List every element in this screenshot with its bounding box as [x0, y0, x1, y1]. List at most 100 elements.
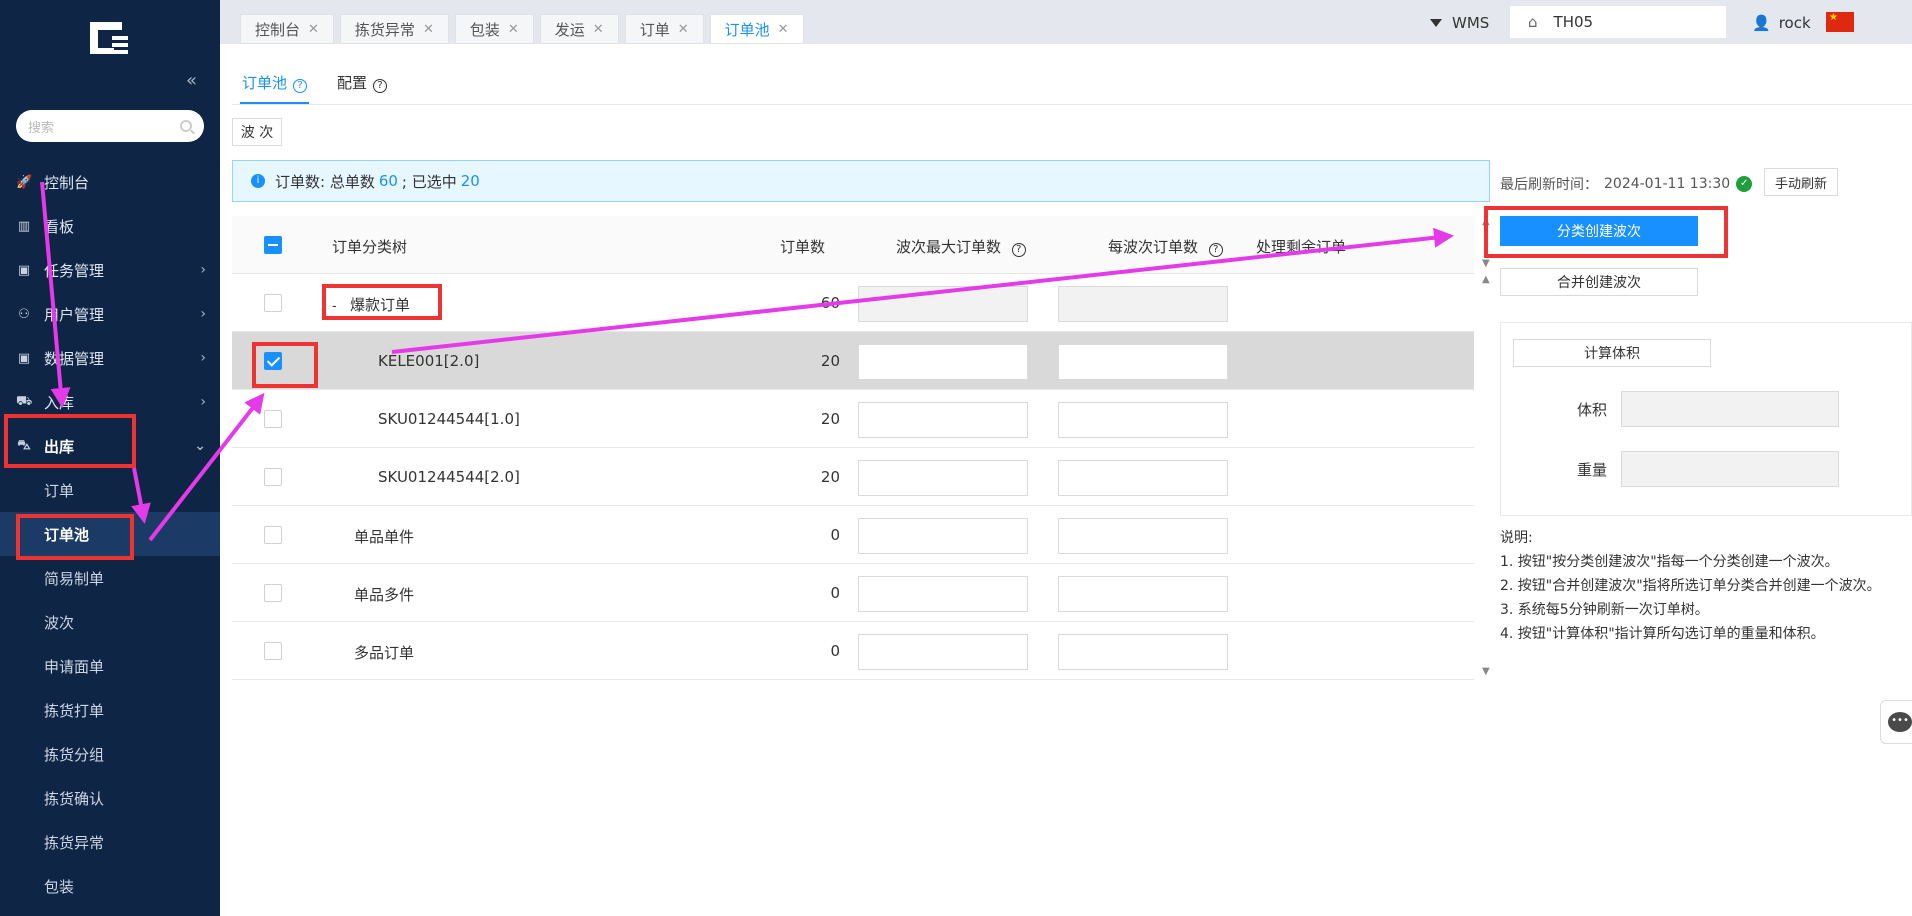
divider [232, 104, 1912, 105]
scroll-up-icon[interactable]: ▲ [1482, 216, 1490, 227]
sidebar-item-dashboard[interactable]: 🚀 控制台 [0, 160, 220, 204]
row-checkbox[interactable] [264, 294, 282, 312]
table-row[interactable]: SKU01244544[1.0] 20 [232, 390, 1474, 448]
order-count-alert: i 订单数: 总单数 60 ; 已选中 20 [232, 160, 1490, 202]
order-count: 60 [820, 294, 840, 312]
scroll-up-icon[interactable]: ▲ [1482, 274, 1490, 285]
chat-button[interactable]: ••• [1880, 700, 1912, 744]
page-tab[interactable]: 控制台 ✕ [240, 14, 334, 44]
scroll-down-icon[interactable]: ▼ [1482, 666, 1490, 677]
row-checkbox[interactable] [264, 642, 282, 660]
wave-max-input[interactable] [858, 576, 1028, 612]
create-wave-by-category-button[interactable]: 分类创建波次 [1500, 216, 1698, 246]
calc-volume-button[interactable]: 计算体积 [1513, 339, 1711, 367]
sidebar-item-data[interactable]: ▣ 数据管理 › [0, 336, 220, 380]
sidebar-subitem-wave[interactable]: 波次 [0, 600, 220, 644]
close-icon[interactable]: ✕ [423, 22, 434, 37]
sidebar-subitem-packing[interactable]: 包装 [0, 864, 220, 908]
close-icon[interactable]: ✕ [593, 22, 604, 37]
sidebar-item-board[interactable]: ▥ 看板 [0, 204, 220, 248]
sidebar-subitem-order[interactable]: 订单 [0, 468, 220, 512]
china-flag-icon[interactable] [1826, 12, 1854, 32]
sidebar-item-inbound[interactable]: ⛟ 入库 › [0, 380, 220, 424]
cart-icon: ⛟ [16, 393, 33, 409]
table-row[interactable]: 单品单件 0 [232, 506, 1474, 564]
help-icon[interactable]: ? [293, 79, 308, 93]
user-menu[interactable]: 👤 rock [1752, 14, 1811, 32]
per-wave-input[interactable] [1058, 576, 1228, 612]
sidebar-item-outbound[interactable]: ⛍ 出库 ⌄ [0, 424, 220, 468]
wave-max-input[interactable] [858, 344, 1028, 380]
collapse-sidebar-icon[interactable]: « [186, 70, 197, 91]
page-tab-label: 包装 [469, 20, 500, 39]
users-icon: ⚇ [18, 306, 30, 322]
close-icon[interactable]: ✕ [308, 22, 319, 37]
close-icon[interactable]: ✕ [678, 22, 689, 37]
order-count: 0 [830, 584, 840, 602]
refresh-time: 2024-01-11 13:30 [1604, 176, 1731, 192]
wave-max-input[interactable] [858, 518, 1028, 554]
row-checkbox[interactable] [264, 352, 282, 370]
sidebar-subitem-pick-print[interactable]: 拣货打单 [0, 688, 220, 732]
note-item: 4. 按钮"计算体积"指计算所勾选订单的重量和体积。 [1500, 626, 1825, 642]
tab-label: 配置 [337, 74, 368, 92]
help-icon[interactable]: ? [1208, 243, 1223, 257]
manual-refresh-button[interactable]: 手动刷新 [1764, 168, 1838, 196]
table-row[interactable]: 单品多件 0 [232, 564, 1474, 622]
wave-button[interactable]: 波 次 [232, 118, 282, 146]
sidebar-item-users[interactable]: ⚇ 用户管理 › [0, 292, 220, 336]
sidebar-subitem-pick-group[interactable]: 拣货分组 [0, 732, 220, 776]
help-icon[interactable]: ? [1011, 243, 1026, 257]
page-tab[interactable]: 订单 ✕ [624, 14, 704, 44]
category-name: KELE001[2.0] [378, 352, 480, 370]
row-checkbox[interactable] [264, 468, 282, 486]
page-tab[interactable]: 包装 ✕ [454, 14, 534, 44]
close-icon[interactable]: ✕ [778, 22, 789, 37]
per-wave-input[interactable] [1058, 634, 1228, 670]
sidebar-search-input[interactable]: 搜索 [16, 110, 204, 142]
per-wave-input[interactable] [1058, 402, 1228, 438]
sidebar-subitem-order-pool[interactable]: 订单池 [0, 512, 220, 556]
sidebar-subitem-pick-confirm[interactable]: 拣货确认 [0, 776, 220, 820]
merge-create-wave-button[interactable]: 合并创建波次 [1500, 268, 1698, 296]
app-name: WMS [1452, 14, 1490, 32]
per-wave-input[interactable] [1058, 518, 1228, 554]
table-row[interactable]: - 爆款订单 60 [232, 274, 1474, 332]
total-count: 60 [378, 172, 398, 190]
wave-max-input[interactable] [858, 402, 1028, 438]
per-wave-input[interactable] [1058, 460, 1228, 496]
tab-config[interactable]: 配置? [335, 60, 389, 104]
page-tab-active[interactable]: 订单池 ✕ [709, 14, 804, 44]
sidebar: « 搜索 🚀 控制台 ▥ 看板 ▣ 任务管理 › ⚇ 用户管理 › ▣ 数据管理… [0, 0, 220, 916]
category-name: 多品订单 [354, 644, 415, 662]
table-row[interactable]: KELE001[2.0] 20 [232, 332, 1474, 390]
table-row[interactable]: 多品订单 0 [232, 622, 1474, 680]
page-tab[interactable]: 拣货异常 ✕ [339, 14, 449, 44]
sidebar-subitem-simple-order[interactable]: 简易制单 [0, 556, 220, 600]
collapse-toggle-icon[interactable]: - [332, 299, 344, 314]
warehouse-selector[interactable]: ⌂ TH05 [1510, 6, 1726, 38]
sidebar-item-tasks[interactable]: ▣ 任务管理 › [0, 248, 220, 292]
warehouse-code: TH05 [1553, 13, 1594, 31]
close-icon[interactable]: ✕ [508, 22, 519, 37]
wave-max-input[interactable] [858, 460, 1028, 496]
row-checkbox[interactable] [264, 410, 282, 428]
row-checkbox[interactable] [264, 584, 282, 602]
select-all-checkbox[interactable] [264, 236, 282, 254]
help-icon[interactable]: ? [373, 79, 388, 93]
wave-max-input[interactable] [858, 634, 1028, 670]
col-per-wave: 每波次订单数 ? [1108, 236, 1249, 257]
per-wave-input [1058, 286, 1228, 322]
sidebar-subitem-pick-exception[interactable]: 拣货异常 [0, 820, 220, 864]
scroll-down-icon[interactable]: ▼ [1482, 258, 1490, 269]
row-checkbox[interactable] [264, 526, 282, 544]
info-prefix: 订单数: 总单数 [275, 172, 375, 191]
app-switcher[interactable]: WMS [1430, 14, 1489, 32]
tab-order-pool[interactable]: 订单池? [240, 60, 310, 104]
col-category-tree: 订单分类树 [332, 238, 408, 256]
table-row[interactable]: SKU01244544[2.0] 20 [232, 448, 1474, 506]
order-count: 0 [830, 642, 840, 660]
page-tab[interactable]: 发运 ✕ [539, 14, 619, 44]
sidebar-subitem-waybill[interactable]: 申请面单 [0, 644, 220, 688]
per-wave-input[interactable] [1058, 344, 1228, 380]
